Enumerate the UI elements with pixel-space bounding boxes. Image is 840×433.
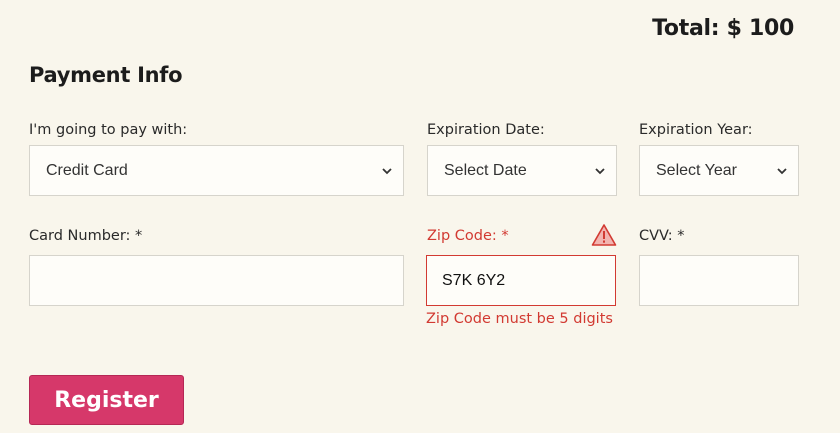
- expiration-date-label: Expiration Date:: [427, 122, 545, 138]
- card-number-label: Card Number: *: [29, 228, 143, 244]
- pay-with-label: I'm going to pay with:: [29, 122, 188, 138]
- expiration-year-value: Select Year: [656, 161, 737, 179]
- zip-code-label: Zip Code: *: [427, 228, 509, 244]
- card-number-input[interactable]: [29, 255, 404, 306]
- expiration-year-select[interactable]: Select Year: [639, 145, 799, 196]
- warning-icon: [591, 224, 617, 246]
- cvv-input[interactable]: [639, 255, 799, 306]
- expiration-year-label: Expiration Year:: [639, 122, 753, 138]
- zip-code-error: Zip Code must be 5 digits: [426, 311, 613, 327]
- register-button[interactable]: Register: [29, 375, 184, 425]
- chevron-down-icon: [382, 168, 392, 175]
- chevron-down-icon: [595, 168, 605, 175]
- cvv-label: CVV: *: [639, 228, 685, 244]
- payment-method-select[interactable]: Credit Card: [29, 145, 404, 196]
- section-title: Payment Info: [29, 63, 183, 87]
- order-total: Total: $ 100: [652, 16, 794, 41]
- chevron-down-icon: [777, 168, 787, 175]
- expiration-date-select[interactable]: Select Date: [427, 145, 617, 196]
- payment-method-value: Credit Card: [46, 161, 128, 179]
- zip-code-input[interactable]: S7K 6Y2: [426, 255, 616, 306]
- expiration-date-value: Select Date: [444, 161, 527, 179]
